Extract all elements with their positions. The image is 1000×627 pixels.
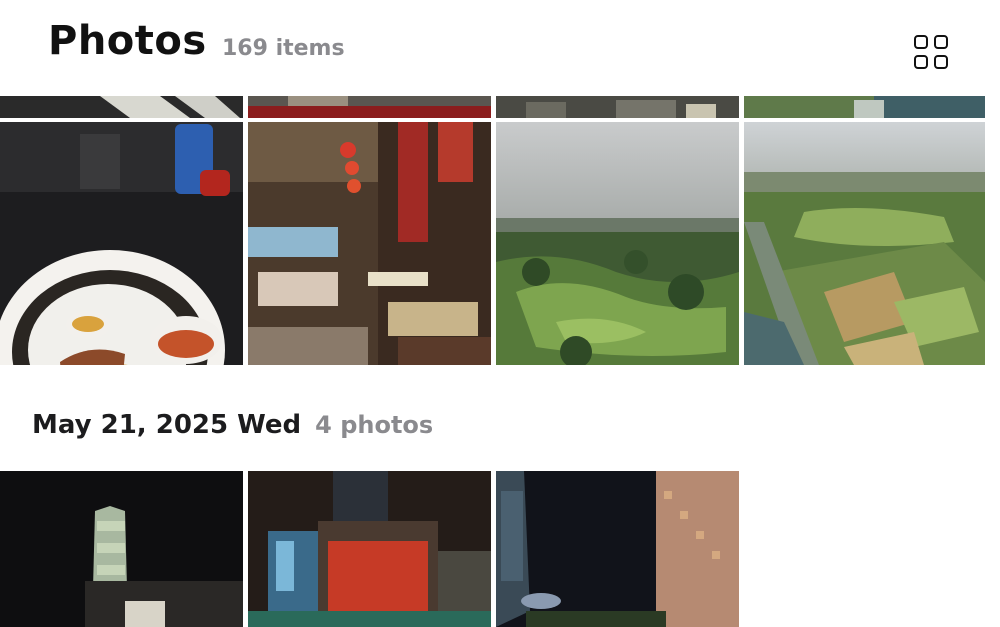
section-header: May 21, 2025 Wed 4 photos [32, 410, 433, 440]
photo-thumbnail[interactable] [744, 96, 985, 118]
photo-thumbnail[interactable] [496, 122, 739, 365]
photo-thumbnail[interactable] [0, 122, 243, 365]
photo-thumbnail[interactable] [0, 471, 243, 627]
photo-thumbnail[interactable] [248, 96, 491, 118]
photo-thumbnail[interactable] [248, 471, 491, 627]
page-title: Photos [48, 18, 207, 64]
grid-view-icon[interactable] [912, 33, 952, 73]
photo-thumbnail[interactable] [496, 96, 739, 118]
photo-thumbnail[interactable] [0, 96, 243, 118]
photo-thumbnail[interactable] [248, 122, 491, 365]
section-photo-count: 4 photos [315, 411, 434, 439]
photo-thumbnail[interactable] [744, 122, 985, 365]
photo-thumbnail[interactable] [496, 471, 739, 627]
top-bar: Photos 169 items [0, 0, 1000, 96]
section-date: May 21, 2025 Wed [32, 410, 302, 440]
item-count: 169 items [222, 36, 345, 61]
